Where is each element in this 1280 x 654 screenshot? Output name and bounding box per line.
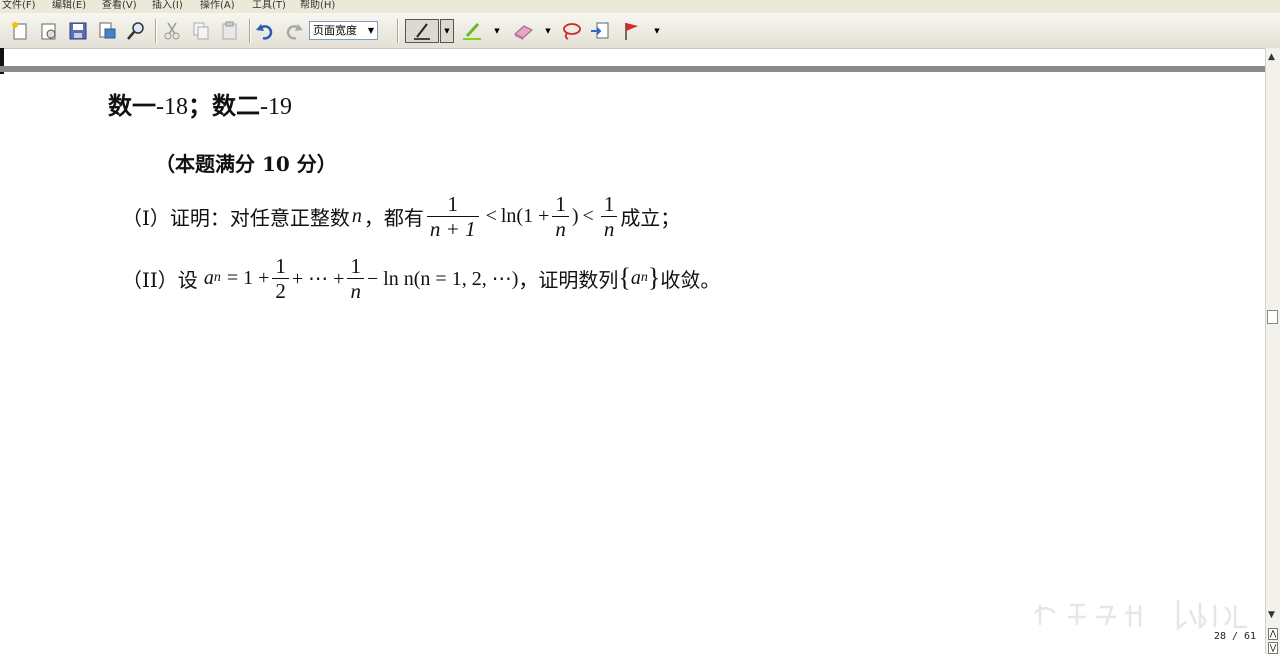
var-a: a <box>203 266 214 289</box>
scroll-thumb[interactable] <box>1267 310 1278 324</box>
fraction-numerator: 1 <box>555 191 566 216</box>
toolbar: 页面宽度 ▼ ▼ ▼ ▼ ▼ <box>0 13 1280 49</box>
scroll-up-icon[interactable]: ▲ <box>1268 52 1275 62</box>
fraction-numerator: 1 <box>350 253 361 278</box>
fraction-one-over-n: 1 n <box>600 191 618 241</box>
brace-right: } <box>647 263 661 292</box>
page-indicator: 28 / 61 <box>1209 628 1261 646</box>
part-two-label: （II）设 <box>122 267 198 292</box>
fraction-denominator: n <box>347 277 364 303</box>
flag-icon[interactable] <box>620 19 644 43</box>
chevron-down-icon: ▼ <box>444 27 450 35</box>
find-icon[interactable] <box>124 19 148 43</box>
zoom-value: 页面宽度 <box>313 24 357 37</box>
part-one-label: （I）证明：对任意正整数 <box>122 205 350 230</box>
print-icon[interactable] <box>95 19 119 43</box>
fraction-one-half: 1 2 <box>272 254 289 303</box>
scroll-down-icon[interactable]: ▼ <box>1268 610 1275 620</box>
properties-icon[interactable] <box>37 19 61 43</box>
cut-icon[interactable] <box>160 19 184 43</box>
chevron-down-icon: ▼ <box>545 27 551 35</box>
ln-close: ) <box>571 204 579 227</box>
part-two-text: ，证明数列 <box>518 267 619 292</box>
next-page-icon[interactable]: ⋁ <box>1268 642 1278 654</box>
previous-page-icon[interactable]: ⋀ <box>1268 628 1278 640</box>
menu-edit[interactable]: 编辑(E) <box>52 0 86 11</box>
fraction-one-over-n-plus-one: 1 n + 1 <box>426 191 479 241</box>
var-n: n <box>351 204 362 227</box>
fraction-numerator: 1 <box>275 253 286 278</box>
equation-start: = 1 + <box>226 266 270 289</box>
pen-button[interactable] <box>405 19 439 43</box>
menu-view[interactable]: 查看(V) <box>102 0 137 11</box>
chevron-down-icon: ▼ <box>367 26 374 35</box>
copy-icon[interactable] <box>189 19 213 43</box>
fraction-one-over-n: 1 n <box>552 192 569 241</box>
toolbar-separator <box>249 19 251 43</box>
menu-insert[interactable]: 插入(I) <box>152 0 183 11</box>
menu-tools[interactable]: 工具(T) <box>252 0 286 11</box>
redo-icon[interactable] <box>282 19 306 43</box>
menu-file[interactable]: 文件(F) <box>2 0 36 11</box>
less-than: < <box>582 204 594 227</box>
pen-dropdown[interactable]: ▼ <box>440 19 454 43</box>
fraction-numerator: 1 <box>447 191 458 216</box>
heading-math-two-number: -19 <box>260 94 292 120</box>
menu-action[interactable]: 操作(A) <box>200 0 235 11</box>
fraction-denominator: n <box>552 215 569 241</box>
eraser-icon[interactable] <box>511 19 535 43</box>
paste-icon[interactable] <box>218 19 242 43</box>
fraction-numerator: 1 <box>603 191 615 216</box>
insert-space-icon[interactable] <box>588 19 612 43</box>
lasso-icon[interactable] <box>559 19 583 43</box>
undo-icon[interactable] <box>253 19 277 43</box>
eraser-dropdown[interactable]: ▼ <box>543 19 553 43</box>
highlighter-dropdown[interactable]: ▼ <box>492 19 502 43</box>
part-one-text: ，都有 <box>363 205 424 230</box>
part-one-end: 成立； <box>620 205 681 230</box>
ln-open: ln(1 + <box>500 204 550 227</box>
zoom-select[interactable]: 页面宽度 ▼ <box>309 21 378 40</box>
equation-tail: − ln n(n = 1, 2, ⋯) <box>366 267 519 290</box>
part-one: （I）证明：对任意正整数 n ，都有 1 n + 1 < ln(1 + 1 n … <box>122 186 680 246</box>
heading-separator: ； <box>188 91 212 120</box>
chevron-down-icon: ▼ <box>494 27 500 35</box>
heading-math-two: 数二 <box>212 91 260 120</box>
save-icon[interactable] <box>66 19 90 43</box>
var-a: a <box>630 266 641 289</box>
fraction-denominator: 2 <box>272 277 289 303</box>
heading-math-one-number: -18 <box>156 94 188 120</box>
toolbar-separator <box>397 19 399 43</box>
highlighter-icon[interactable] <box>460 19 484 43</box>
problem-heading: 数一-18；数二-19 <box>108 86 292 121</box>
fraction-denominator: n <box>600 215 618 241</box>
fraction-denominator: n + 1 <box>426 215 479 241</box>
part-two: （II）设 an = 1 + 1 2 + ⋯ + 1 n − ln n(n = … <box>122 246 720 310</box>
menu-help[interactable]: 帮助(H) <box>300 0 335 11</box>
flag-dropdown[interactable]: ▼ <box>652 19 662 43</box>
brace-left: { <box>618 263 631 292</box>
subscript-n: n <box>213 270 221 285</box>
vertical-scrollbar[interactable]: ▲ ▼ ⋀ ⋁ <box>1265 48 1280 654</box>
document-page: 数一-18；数二-19 （本题满分 10 分） （I）证明：对任意正整数 n ，… <box>0 72 1265 654</box>
part-two-end: 收敛。 <box>660 267 721 292</box>
ellipsis-sum: + ⋯ + <box>291 267 345 290</box>
subscript-n: n <box>640 270 648 285</box>
heading-math-one: 数一 <box>108 91 156 120</box>
fraction-one-over-n: 1 n <box>347 254 364 303</box>
pen-icon <box>414 23 430 40</box>
less-than: < <box>485 204 497 227</box>
chevron-down-icon: ▼ <box>654 27 660 35</box>
toolbar-separator <box>155 19 157 43</box>
menu-bar: 文件(F) 编辑(E) 查看(V) 插入(I) 操作(A) 工具(T) 帮助(H… <box>0 0 1280 13</box>
new-icon[interactable] <box>8 19 32 43</box>
score-note: （本题满分 10 分） <box>155 152 337 176</box>
